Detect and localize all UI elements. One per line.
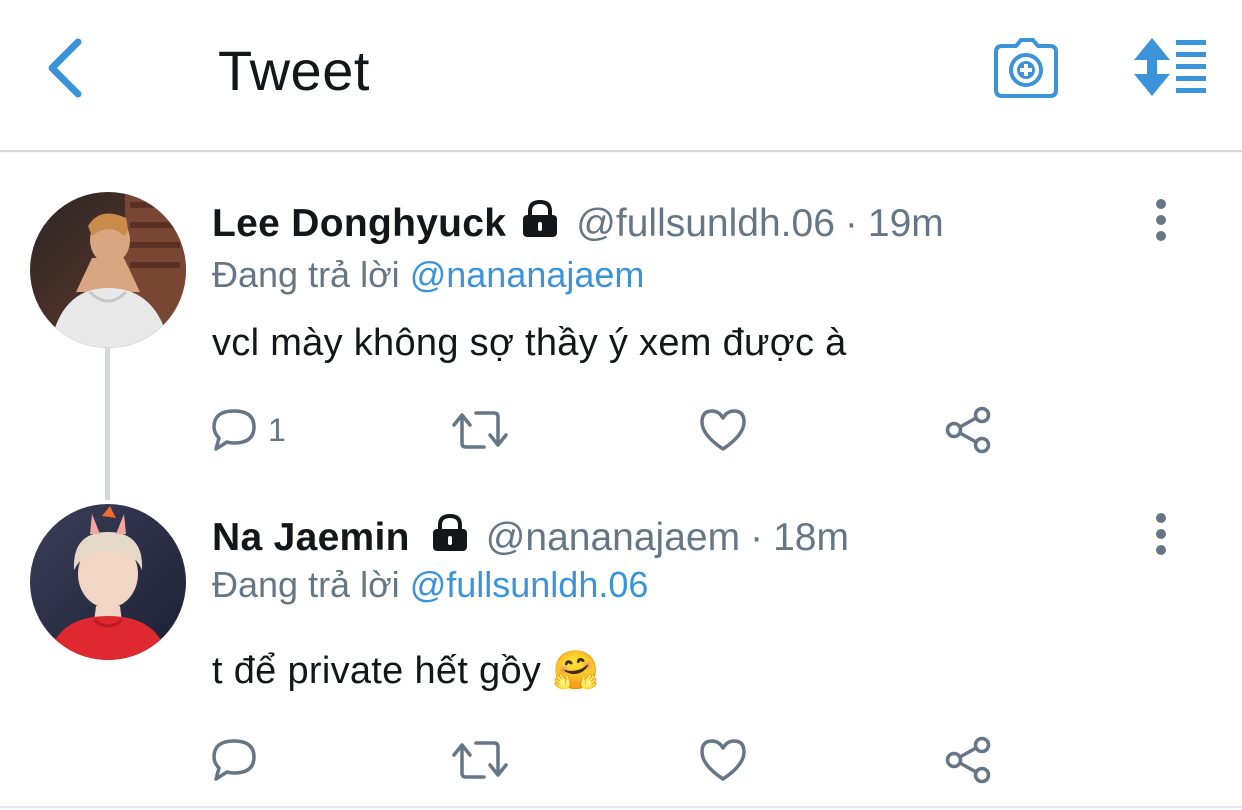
share-button[interactable] bbox=[944, 730, 994, 790]
lock-icon bbox=[430, 513, 470, 562]
retweet-button[interactable] bbox=[450, 400, 510, 460]
heart-icon bbox=[700, 739, 746, 781]
heart-icon bbox=[700, 409, 746, 451]
tweet-text-body: t để private hết gồy bbox=[212, 650, 542, 692]
separator-dot: · bbox=[844, 202, 858, 245]
like-button[interactable] bbox=[698, 400, 748, 460]
tweet[interactable]: Lee Donghyuck @fullsunldh.06 · 19m Đang … bbox=[0, 152, 1242, 498]
tweet-text: vcl mày không sợ thầy ý xem được à bbox=[212, 322, 847, 364]
replying-to: Đang trả lời @nananajaem bbox=[212, 254, 644, 296]
divider bbox=[0, 806, 1242, 808]
tweet[interactable]: Na Jaemin @nananajaem · 18m Đang trả lời… bbox=[0, 498, 1242, 810]
timestamp[interactable]: 18m bbox=[773, 516, 849, 560]
more-options-button[interactable] bbox=[1146, 512, 1176, 556]
reply-count: 1 bbox=[268, 411, 286, 448]
tweet-header: Lee Donghyuck @fullsunldh.06 · 19m bbox=[212, 199, 944, 248]
retweet-icon bbox=[452, 741, 508, 779]
tweet-actions bbox=[210, 730, 1010, 790]
reply-icon bbox=[212, 409, 256, 451]
share-icon bbox=[945, 736, 991, 784]
display-name[interactable]: Na Jaemin bbox=[212, 516, 410, 560]
back-button[interactable] bbox=[40, 36, 92, 100]
avatar[interactable] bbox=[30, 504, 186, 660]
lock-icon bbox=[520, 199, 560, 248]
share-button[interactable] bbox=[944, 400, 994, 460]
retweet-icon bbox=[452, 411, 508, 449]
sort-list-icon bbox=[1134, 38, 1206, 96]
camera-plus-icon bbox=[994, 38, 1058, 98]
more-vertical-icon bbox=[1156, 513, 1166, 555]
replying-to: Đang trả lời @fullsunldh.06 bbox=[212, 564, 648, 606]
more-vertical-icon bbox=[1156, 199, 1166, 241]
share-icon bbox=[945, 406, 991, 454]
tweet-actions: 1 bbox=[210, 400, 1010, 460]
like-button[interactable] bbox=[698, 730, 748, 790]
tweet-header: Na Jaemin @nananajaem · 18m bbox=[212, 513, 849, 562]
top-nav-bar: Tweet bbox=[0, 0, 1242, 152]
user-handle[interactable]: @nananajaem bbox=[486, 516, 740, 560]
replying-to-handle[interactable]: @fullsunldh.06 bbox=[410, 564, 649, 605]
hugging-face-emoji: 🤗 bbox=[552, 648, 600, 692]
separator-dot: · bbox=[750, 516, 764, 559]
page-title: Tweet bbox=[218, 39, 370, 102]
retweet-button[interactable] bbox=[450, 730, 510, 790]
user-handle[interactable]: @fullsunldh.06 bbox=[576, 202, 835, 246]
reply-icon bbox=[212, 739, 256, 781]
tweet-text: t để private hết gồy 🤗 bbox=[212, 648, 600, 693]
more-options-button[interactable] bbox=[1146, 198, 1176, 242]
camera-button[interactable] bbox=[994, 38, 1058, 98]
avatar[interactable] bbox=[30, 192, 186, 348]
reply-button[interactable]: 1 bbox=[210, 400, 286, 460]
chevron-left-icon bbox=[48, 38, 82, 98]
replying-to-label: Đang trả lời bbox=[212, 564, 400, 605]
timestamp[interactable]: 19m bbox=[868, 202, 944, 246]
display-name[interactable]: Lee Donghyuck bbox=[212, 202, 506, 246]
replying-to-label: Đang trả lời bbox=[212, 254, 400, 295]
reply-button[interactable] bbox=[210, 730, 268, 790]
replying-to-handle[interactable]: @nananajaem bbox=[410, 254, 645, 295]
sort-button[interactable] bbox=[1130, 36, 1210, 98]
